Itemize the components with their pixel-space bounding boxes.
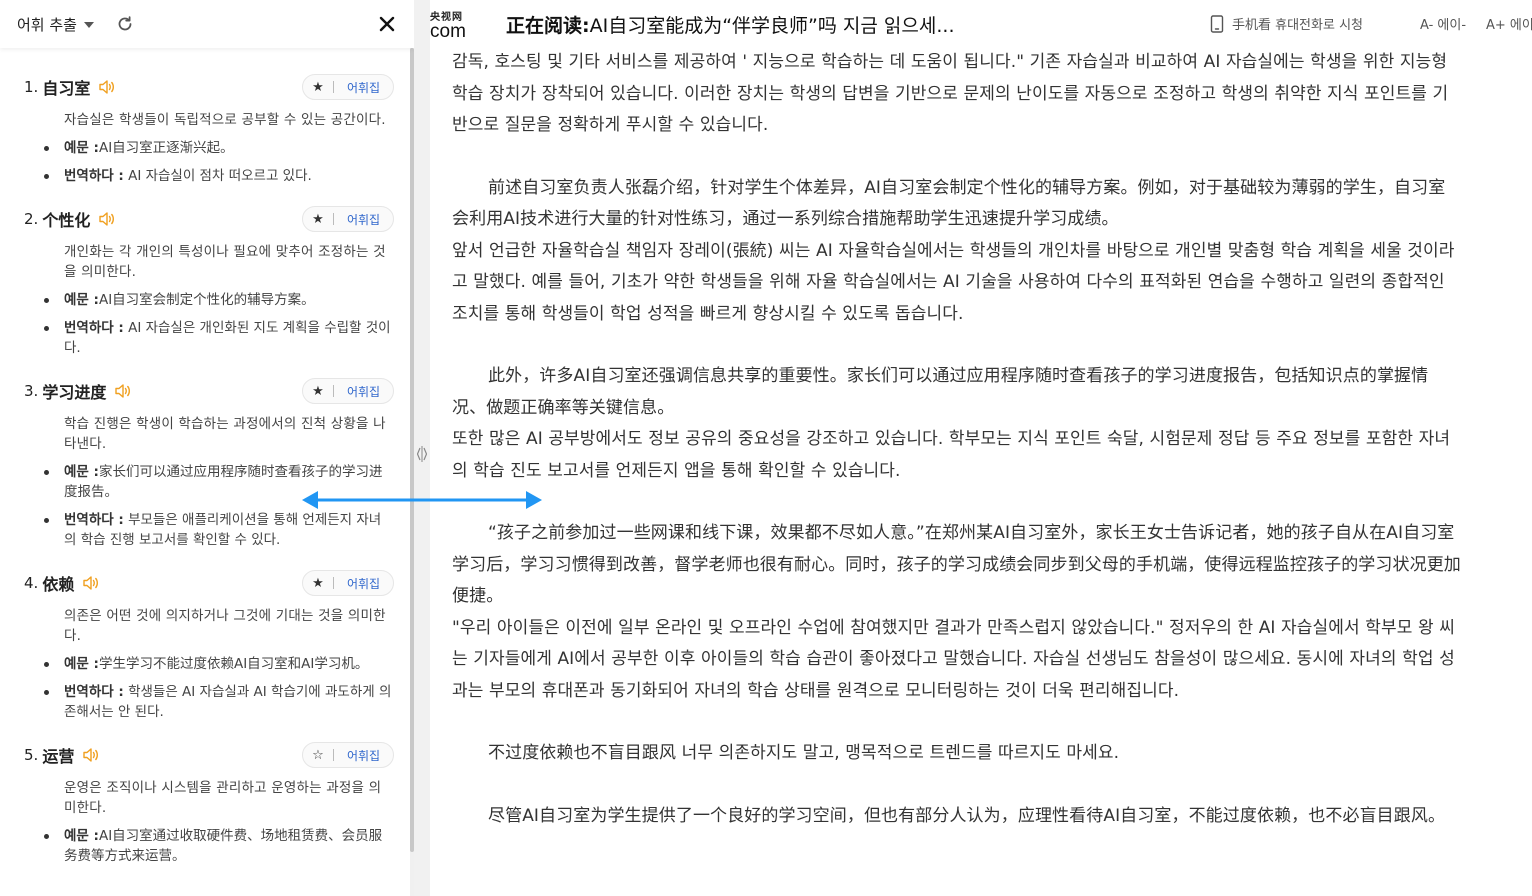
cctv-logo[interactable]: 央视网 com (430, 12, 470, 42)
article-body: 감독, 호스팅 및 기타 서비스를 제공하여 ' 지능으로 학습하는 데 도움이… (452, 48, 1462, 832)
article-paragraph-translation: "우리 아이들은 이전에 일부 온라인 및 오프라인 수업에 참여했지만 결과가… (452, 617, 1455, 701)
refresh-icon[interactable] (116, 15, 134, 33)
vocab-definition: 운영은 조직이나 시스템을 관리하고 운영하는 과정을 의미한다. (64, 780, 382, 816)
vocab-number: 3. (24, 382, 39, 400)
vocab-number: 4. (24, 574, 39, 592)
vocab-translation: 번역하다 : AI 자습실이 점차 떠오르고 있다. (44, 166, 392, 186)
vocabulary-list: 1. 自习室 ★ 어휘집 자습실은 학생들이 독립적으로 공부할 수 있는 공간이… (0, 48, 408, 896)
article-paragraph: 此外，许多AI自习室还强调信息共享的重要性。家长们可以通过应用程序随时查看孩子的… (452, 366, 1429, 418)
vocab-word: 个性化 (42, 213, 91, 230)
vocab-definition: 학습 진행은 학생이 학습하는 과정에서의 진척 상황을 나타낸다. (64, 416, 386, 452)
article-paragraph-translation: 앞서 언급한 자율학습실 책임자 장레이(張統) 씨는 AI 자율학습실에서는 … (452, 240, 1455, 324)
add-to-vocabulary-button[interactable]: ★ 어휘집 (302, 206, 394, 232)
vocab-item: 1. 自习室 ★ 어휘집 자습실은 학생들이 독립적으로 공부할 수 있는 공간이… (0, 74, 408, 186)
speaker-icon[interactable] (82, 574, 102, 592)
vocab-word: 学习进度 (42, 385, 107, 402)
speaker-icon[interactable] (98, 78, 118, 96)
vocab-item: 3. 学习进度 ★ 어휘집 학습 진행은 학생이 학습하는 과정에서의 진척 상황… (0, 378, 408, 550)
star-filled-icon: ★ (312, 575, 324, 591)
star-filled-icon: ★ (312, 211, 324, 227)
vocabulary-panel-title[interactable]: 어휘 추출 (17, 14, 77, 35)
star-outline-icon: ☆ (312, 747, 324, 763)
vocab-example: 예문 :家长们可以通过应用程序随时查看孩子的学习进度报告。 (44, 462, 392, 502)
vocab-item: 5. 运营 ☆ 어휘집 운영은 조직이나 시스템을 관리하고 운영하는 과정을 의… (0, 742, 408, 866)
article-paragraph: 尽管AI自习室为学生提供了一个良好的学习空间，但也有部分人认为，应理性看待AI自… (488, 805, 1446, 826)
vocab-translation: 번역하다 : AI 자습실은 개인화된 지도 계획을 수립할 것이다. (44, 320, 391, 356)
star-filled-icon: ★ (312, 383, 324, 399)
vocab-word: 运营 (42, 749, 75, 766)
vocab-number: 2. (24, 210, 39, 228)
article-paragraph: 감독, 호스팅 및 기타 서비스를 제공하여 ' 지능으로 학습하는 데 도움이… (452, 52, 1449, 135)
vocab-example: 예문 :AI自习室通过收取硬件费、场地租赁费、会员服务费等方式来运营。 (44, 826, 392, 866)
article-paragraph: 前述自习室负责人张磊介绍，针对学生个体差异，AI自习室会制定个性化的辅导方案。例… (452, 177, 1446, 230)
reading-title: 正在阅读:AI自习室能成为“伴学良师”吗 지금 읽으세... (506, 15, 955, 37)
vocab-item: 4. 依赖 ★ 어휘집 의존은 어떤 것에 의지하거나 그것에 기대는 것을 의미… (0, 570, 408, 722)
vocab-example: 예문 :AI自习室正逐渐兴起。 (44, 138, 392, 158)
article-subheading: 不过度依赖也不盲目跟风 너무 의존하지도 말고, 맹목적으로 트렌드를 따르지도… (488, 743, 1120, 763)
vocabulary-panel: 어휘 추출 1. 自习室 ★ 어휘집 자습실은 학생들이 독립적으로 공부할 수 … (0, 0, 414, 896)
add-to-vocabulary-button[interactable]: ☆ 어휘집 (302, 742, 394, 768)
vocab-item: 2. 个性化 ★ 어휘집 개인화는 각 개인의 특성이나 필요에 맞추어 조정하는… (0, 206, 408, 358)
article-paragraph-translation: 또한 많은 AI 공부방에서도 정보 공유의 중요성을 강조하고 있습니다. 학… (452, 429, 1451, 481)
vocab-number: 1. (24, 78, 39, 96)
close-icon[interactable] (376, 13, 398, 35)
vocab-word: 自习室 (42, 81, 91, 98)
vocab-translation: 번역하다 : 부모들은 애플리케이션을 통해 언제든지 자녀의 학습 진행 보고… (44, 510, 392, 550)
add-to-vocabulary-button[interactable]: ★ 어휘집 (302, 570, 394, 596)
vocab-word: 依赖 (42, 577, 75, 594)
vocab-definition: 자습실은 학생들이 독립적으로 공부할 수 있는 공간이다. (64, 112, 386, 128)
add-to-vocabulary-button[interactable]: ★ 어휘집 (302, 378, 394, 404)
article-paragraph: “孩子之前参加过一些网课和线下课，效果都不尽如人意。”在郑州某AI自习室外，家长… (452, 523, 1461, 606)
vocab-number: 5. (24, 746, 39, 764)
vocab-example: 예문 :学生学习不能过度依赖AI自习室和AI学习机。 (44, 654, 392, 674)
chevron-down-icon[interactable] (83, 22, 94, 28)
vocabulary-panel-header: 어휘 추출 (0, 0, 414, 48)
article-view: 央视网 com 正在阅读:AI自习室能成为“伴学良师”吗 지금 읽으세... 手… (430, 0, 1532, 896)
star-filled-icon: ★ (312, 79, 324, 95)
resize-handle-icon[interactable] (416, 444, 428, 464)
add-to-vocabulary-button[interactable]: ★ 어휘집 (302, 74, 394, 100)
reader-toolbar: 央视网 com 正在阅读:AI自习室能成为“伴学良师”吗 지금 읽으세... 手… (430, 0, 1532, 48)
speaker-icon[interactable] (114, 382, 134, 400)
vocab-translation: 번역하다 : 학생들은 AI 자습실과 AI 학습기에 과도하게 의존해서는 안… (44, 684, 392, 720)
speaker-icon[interactable] (82, 746, 102, 764)
vocab-definition: 의존은 어떤 것에 의지하거나 그것에 기대는 것을 의미한다. (64, 608, 386, 644)
speaker-icon[interactable] (98, 210, 118, 228)
font-decrease-button[interactable]: A- 에이- (1420, 14, 1466, 33)
watch-on-mobile-button[interactable]: 手机看 휴대전화로 시청 (1210, 14, 1363, 33)
vocab-example: 예문 :AI自习室会制定个性化的辅导方案。 (44, 290, 392, 310)
vocab-definition: 개인화는 각 개인의 특성이나 필요에 맞추어 조정하는 것을 의미한다. (64, 244, 386, 280)
font-increase-button[interactable]: A+ 에이+ (1486, 14, 1532, 33)
phone-icon (1210, 14, 1224, 33)
